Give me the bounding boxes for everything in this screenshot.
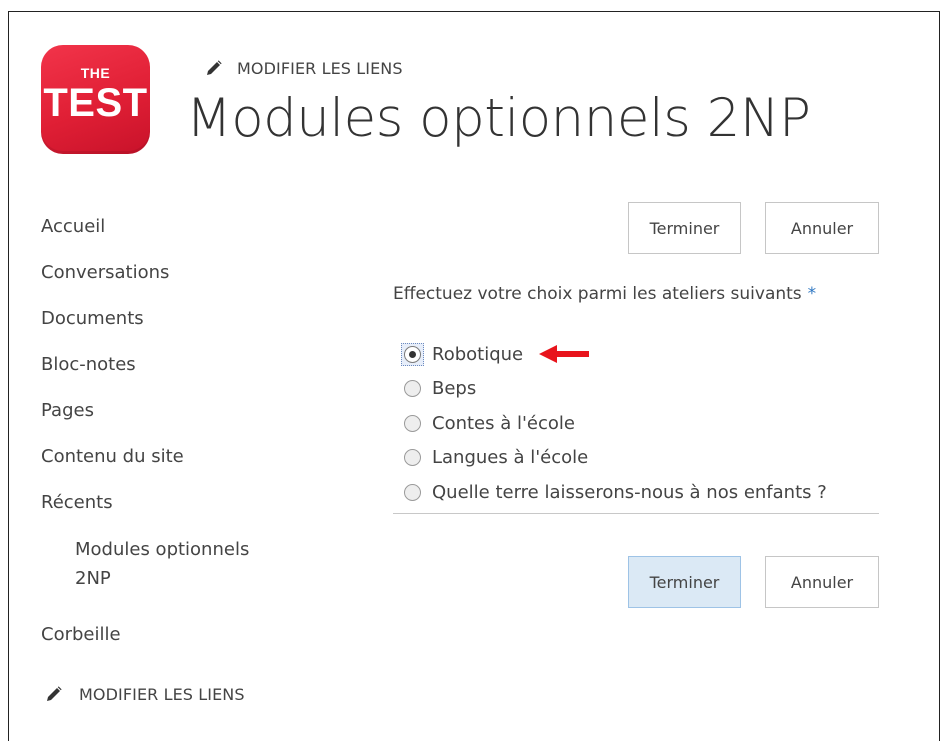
site-logo[interactable]: THE TEST (41, 45, 150, 154)
nav-item-conversations[interactable]: Conversations (41, 259, 301, 305)
radio-option-beps[interactable]: Beps (401, 372, 827, 407)
radio-label: Beps (432, 378, 477, 400)
nav-subitem-line-1: Modules optionnels (75, 539, 250, 560)
radio-label: Quelle terre laisserons-nous à nos enfan… (432, 481, 827, 503)
edit-links-label: MODIFIER LES LIENS (237, 58, 403, 78)
nav-item-pages[interactable]: Pages (41, 397, 301, 443)
question-text: Effectuez votre choix parmi les ateliers… (393, 284, 802, 304)
radio-wrap (401, 377, 424, 400)
edit-links-bottom-button[interactable]: MODIFIER LES LIENS (45, 682, 245, 706)
radio-label: Robotique (432, 343, 524, 365)
edit-links-label: MODIFIER LES LIENS (79, 684, 245, 704)
radio-button[interactable] (404, 449, 421, 467)
left-navigation: Accueil Conversations Documents Bloc-not… (41, 213, 301, 667)
nav-item-recents: Récents (41, 492, 113, 513)
radio-option-contes[interactable]: Contes à l'école (401, 406, 827, 441)
nav-subitem-line-2: 2NP (75, 568, 111, 589)
finish-button-bottom[interactable]: Terminer (628, 556, 741, 608)
edit-links-top-button[interactable]: MODIFIER LES LIENS (205, 56, 403, 80)
choice-radio-group: Robotique Beps Contes à l'école Langues … (401, 337, 827, 510)
radio-button[interactable] (404, 414, 421, 432)
radio-focus-ring (401, 342, 424, 366)
choice-question: Effectuez votre choix parmi les ateliers… (393, 284, 816, 304)
radio-wrap (401, 412, 424, 435)
nav-item-contenu-du-site[interactable]: Contenu du site (41, 443, 301, 489)
nav-subitem-modules-optionnels[interactable]: Modules optionnels 2NP (41, 535, 301, 621)
finish-button-top[interactable]: Terminer (628, 202, 741, 254)
red-arrow-icon (539, 345, 590, 364)
radio-option-langues[interactable]: Langues à l'école (401, 441, 827, 476)
nav-item-corbeille[interactable]: Corbeille (41, 621, 301, 667)
radio-wrap (401, 481, 424, 504)
radio-button[interactable] (404, 380, 421, 398)
nav-item-accueil[interactable]: Accueil (41, 213, 301, 259)
radio-wrap (401, 446, 424, 469)
radio-option-quelle-terre[interactable]: Quelle terre laisserons-nous à nos enfan… (401, 475, 827, 510)
radio-button-checked[interactable] (404, 345, 421, 363)
nav-item-bloc-notes[interactable]: Bloc-notes (41, 351, 301, 397)
required-marker: * (807, 284, 817, 304)
logo-text-main: TEST (43, 81, 148, 125)
radio-option-robotique[interactable]: Robotique (401, 337, 827, 372)
page-title: Modules optionnels 2NP (186, 88, 811, 149)
logo-text-top: THE (80, 65, 111, 81)
radio-label: Contes à l'école (432, 412, 575, 434)
cancel-button-top[interactable]: Annuler (765, 202, 879, 254)
nav-item-documents[interactable]: Documents (41, 305, 301, 351)
pencil-icon (207, 60, 222, 75)
form-separator (393, 513, 879, 514)
pencil-icon (47, 686, 62, 701)
radio-label: Langues à l'école (432, 447, 589, 469)
cancel-button-bottom[interactable]: Annuler (765, 556, 879, 608)
radio-button[interactable] (404, 483, 421, 501)
